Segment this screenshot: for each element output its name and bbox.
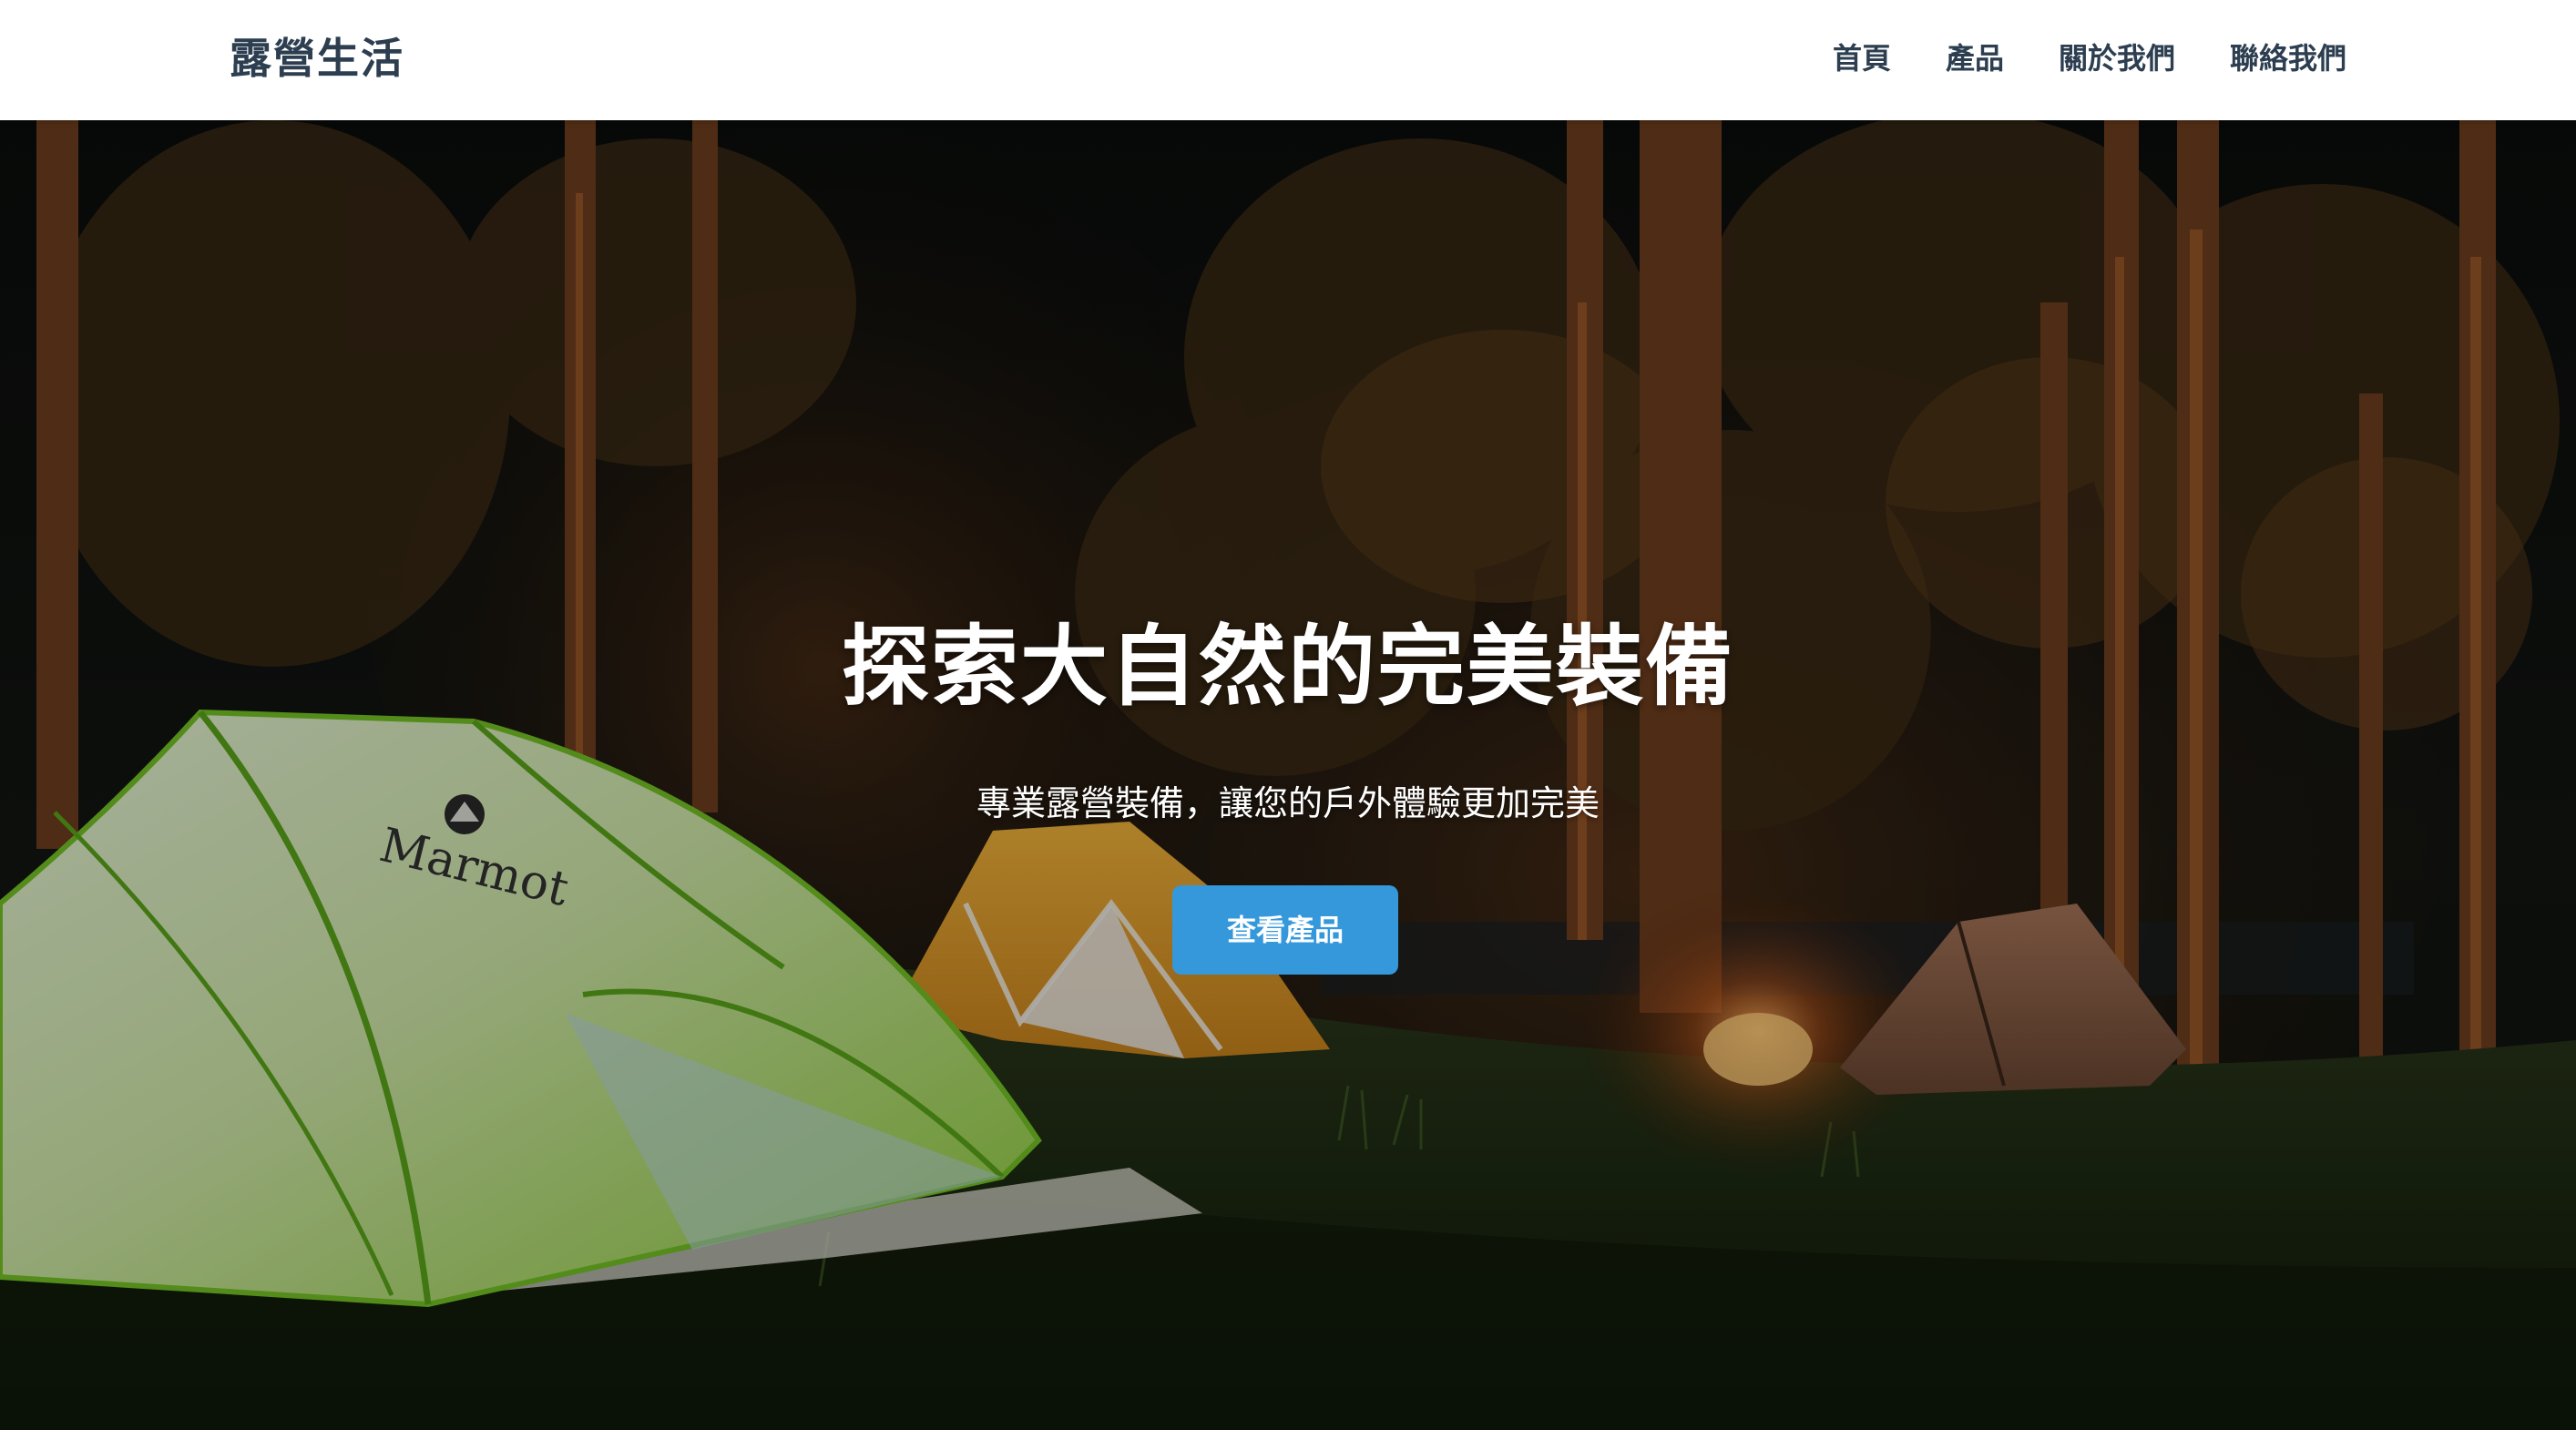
navbar: 露營生活 首頁 產品 關於我們 聯絡我們 [0, 0, 2576, 120]
nav-link-about[interactable]: 關於我們 [2059, 36, 2175, 80]
view-products-button[interactable]: 查看產品 [1172, 885, 1398, 975]
hero-content: 探索大自然的完美裝備 專業露營裝備，讓您的戶外體驗更加完美 查看產品 [0, 120, 2576, 1430]
hero-title: 探索大自然的完美裝備 [842, 616, 1734, 718]
hero-section: Marmot 探索大自然的完美裝備 專業露營裝備，讓您的戶外體驗更加完美 查看產… [0, 120, 2576, 1430]
nav-link-home[interactable]: 首頁 [1833, 36, 1891, 80]
hero-subtitle: 專業露營裝備，讓您的戶外體驗更加完美 [976, 783, 1600, 823]
nav-link-contact[interactable]: 聯絡我們 [2230, 36, 2346, 80]
nav-link-products[interactable]: 產品 [1946, 36, 2004, 80]
site-logo[interactable]: 露營生活 [230, 31, 404, 86]
main-nav: 首頁 產品 關於我們 聯絡我們 [1833, 36, 2346, 80]
